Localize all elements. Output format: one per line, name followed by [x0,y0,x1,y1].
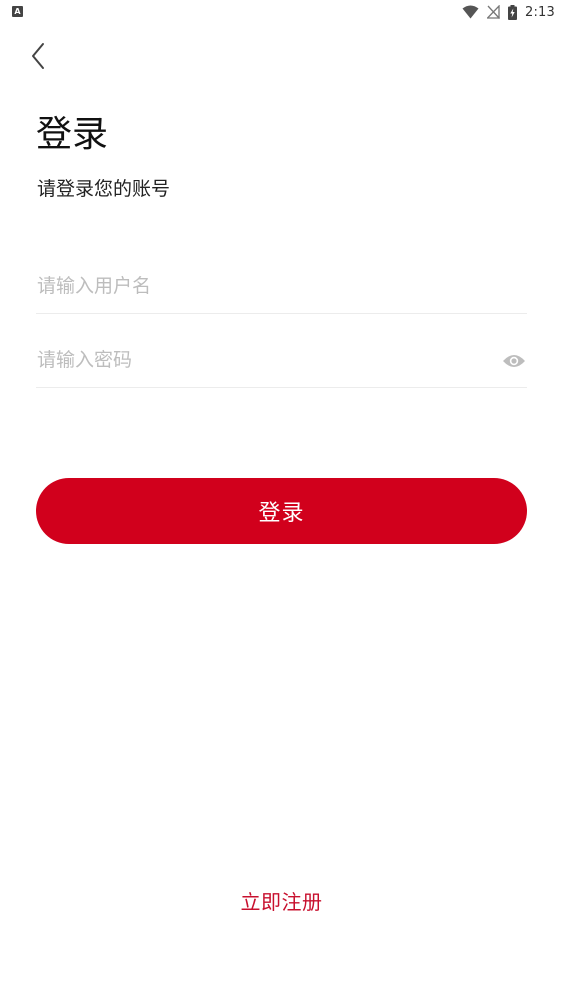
chevron-left-icon [32,43,44,69]
password-visibility-toggle[interactable] [501,348,527,374]
status-icons: 2:13 [462,3,555,21]
password-input[interactable] [36,335,477,385]
no-signal-icon [487,5,500,19]
status-time: 2:13 [525,4,555,20]
eye-icon [503,355,525,367]
page-subtitle: 请登录您的账号 [37,178,171,200]
back-button[interactable] [20,38,56,74]
battery-charging-icon [508,4,517,20]
a-letter-icon: A [12,6,23,17]
wifi-icon [462,5,479,19]
login-screen: A 2:13 登录 请登录您的账号 请输入用户名 登录 立即注册 [0,0,563,1001]
status-bar: A 2:13 [0,0,563,24]
username-field [36,261,527,314]
register-link[interactable]: 立即注册 [0,886,563,918]
password-field [36,335,527,388]
username-input[interactable] [36,261,477,311]
login-button[interactable]: 登录 [36,478,527,544]
page-title: 登录 [36,114,109,155]
